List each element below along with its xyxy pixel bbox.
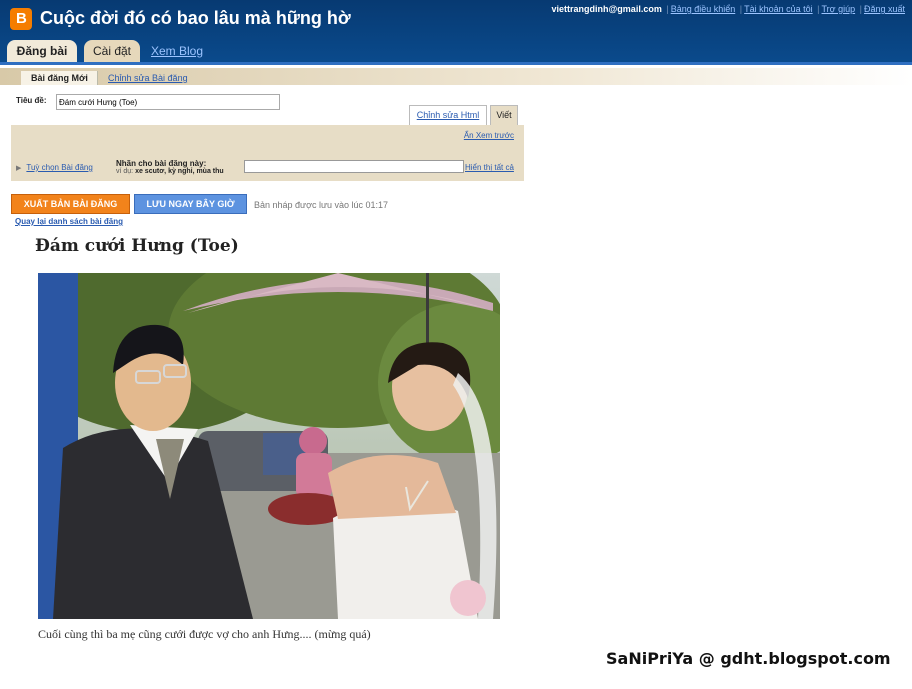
wedding-photo[interactable] (38, 273, 500, 619)
watermark: SaNiPriYa @ gdht.blogspot.com (606, 649, 891, 668)
sub-tabs: Bài đăng Mới Chỉnh sửa Bài đăng (0, 68, 912, 85)
my-account-link[interactable]: Tài khoản của tôi (744, 4, 813, 14)
tab-compose[interactable]: Viết (490, 105, 518, 125)
header-divider (0, 62, 912, 65)
labels-input[interactable] (244, 160, 464, 173)
sign-out-link[interactable]: Đăng xuất (864, 4, 905, 14)
back-to-posts-link[interactable]: Quay lại danh sách bài đăng (15, 217, 123, 226)
wedding-photo-image (38, 273, 500, 619)
tab-view-blog[interactable]: Xem Blog (147, 40, 207, 62)
post-caption: Cuối cùng thì ba mẹ cũng cưới được vợ ch… (38, 627, 371, 641)
tab-edit-html[interactable]: Chỉnh sửa Html (409, 105, 487, 125)
tab-settings[interactable]: Cài đặt (84, 40, 140, 62)
labels-example-prefix: ví dụ: (116, 168, 136, 175)
dashboard-link[interactable]: Bảng điều khiển (671, 4, 736, 14)
labels-heading: Nhãn cho bài đăng này: (116, 159, 207, 168)
post-options-link[interactable]: Tuỳ chọn Bài đăng (16, 163, 92, 172)
labels-example-values: xe scutơ, kỳ nghỉ, mùa thu (135, 168, 224, 175)
title-label: Tiêu đề: (16, 96, 47, 105)
draft-status: Bản nháp được lưu vào lúc 01:17 (254, 200, 389, 210)
blogger-logo-icon[interactable] (10, 8, 32, 30)
publish-button[interactable]: XUẤT BẢN BÀI ĐĂNG (11, 194, 130, 214)
save-now-button[interactable]: LƯU NGAY BÂY GIỜ (134, 194, 247, 214)
subtab-edit-posts[interactable]: Chỉnh sửa Bài đăng (97, 71, 198, 85)
user-email: viettrangdinh@gmail.com (551, 4, 662, 14)
top-bar: Cuộc đời đó có bao lâu mà hững hờ viettr… (0, 0, 912, 64)
subtab-new-post[interactable]: Bài đăng Mới (21, 71, 98, 85)
blog-title: Cuộc đời đó có bao lâu mà hững hờ (40, 8, 351, 28)
help-link[interactable]: Trợ giúp (822, 4, 856, 14)
hide-preview-link[interactable]: Ẩn Xem trước (464, 131, 514, 140)
post-options-panel: Ẩn Xem trước Tuỳ chọn Bài đăng Nhãn cho … (11, 125, 524, 181)
labels-example: ví dụ: xe scutơ, kỳ nghỉ, mùa thu (116, 168, 224, 175)
title-input[interactable] (56, 94, 280, 110)
tab-posting[interactable]: Đăng bài (7, 40, 77, 64)
show-all-labels-link[interactable]: Hiển thị tất cả (465, 163, 514, 172)
post-title: Đám cưới Hưng (Toe) (35, 236, 239, 256)
account-links: viettrangdinh@gmail.com | Bảng điều khiển… (551, 4, 905, 14)
